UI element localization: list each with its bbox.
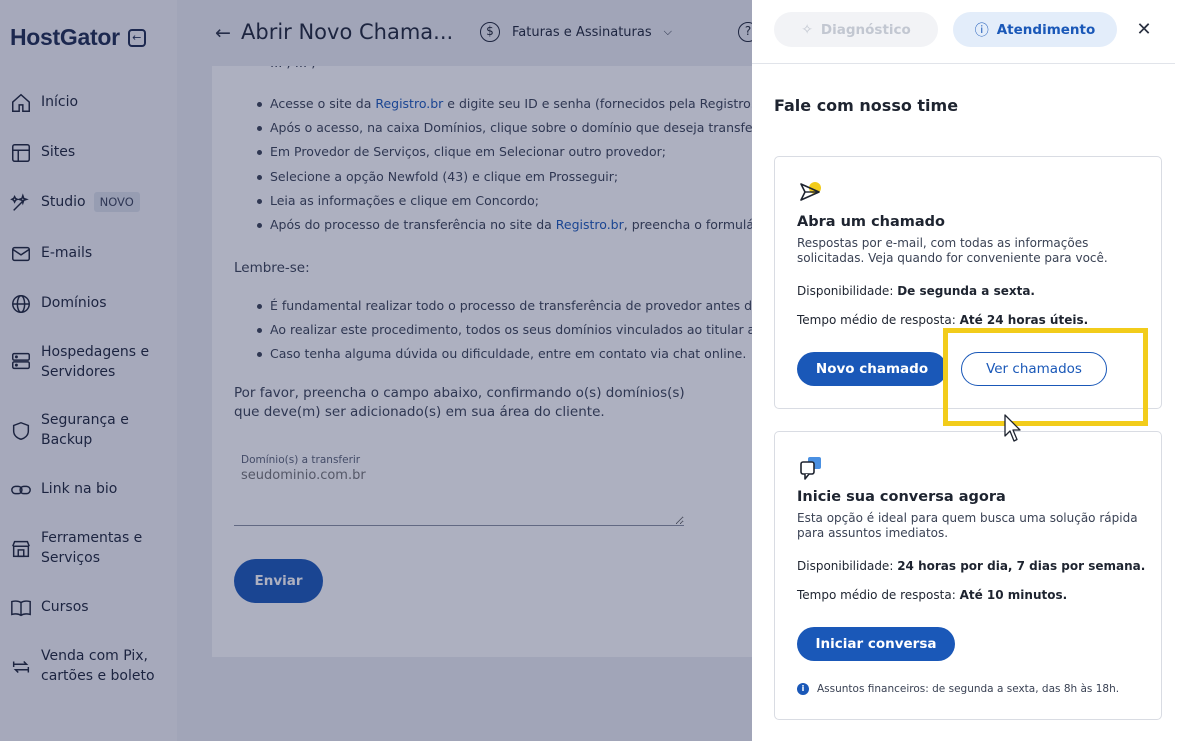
- chat-help-icon: ⓘ: [974, 22, 989, 39]
- tab-diagnostico[interactable]: ✧ Diagnóstico: [774, 12, 938, 47]
- sparkle-icon: ✧: [801, 21, 813, 38]
- finance-info: i Assuntos financeiros: de segunda a sex…: [797, 683, 1119, 695]
- chat-bubbles-icon: [800, 457, 821, 480]
- ticket-description: Respostas por e-mail, com todas as infor…: [797, 236, 1108, 265]
- info-icon: i: [797, 683, 809, 695]
- chat-option-card: Inicie sua conversa agora Esta opção é i…: [774, 431, 1162, 720]
- panel-title: Fale com nosso time: [774, 96, 959, 115]
- tab-label: Diagnóstico: [820, 21, 911, 38]
- tab-label: Atendimento: [996, 21, 1096, 38]
- ticket-title: Abra um chamado: [797, 214, 946, 230]
- mouse-cursor-icon: [1004, 414, 1021, 442]
- highlight-box: [943, 328, 1148, 426]
- ticket-response-time: Tempo médio de resposta: Até 24 horas út…: [797, 313, 1089, 327]
- send-icon: [800, 182, 821, 201]
- modal-overlay[interactable]: [0, 0, 752, 741]
- chat-title: Inicie sua conversa agora: [797, 489, 1006, 505]
- new-ticket-button[interactable]: Novo chamado: [797, 352, 947, 386]
- tab-atendimento[interactable]: ⓘ Atendimento: [953, 12, 1117, 47]
- chat-availability: Disponibilidade: 24 horas por dia, 7 dia…: [797, 559, 1146, 573]
- chat-description: Esta opção é ideal para quem busca uma s…: [797, 511, 1138, 540]
- panel-header: ✧ Diagnóstico ⓘ Atendimento ✕: [752, 0, 1175, 64]
- ticket-availability: Disponibilidade: De segunda a sexta.: [797, 284, 1035, 298]
- start-chat-button[interactable]: Iniciar conversa: [797, 627, 955, 661]
- chat-response-time: Tempo médio de resposta: Até 10 minutos.: [797, 588, 1068, 602]
- close-icon[interactable]: ✕: [1134, 20, 1154, 40]
